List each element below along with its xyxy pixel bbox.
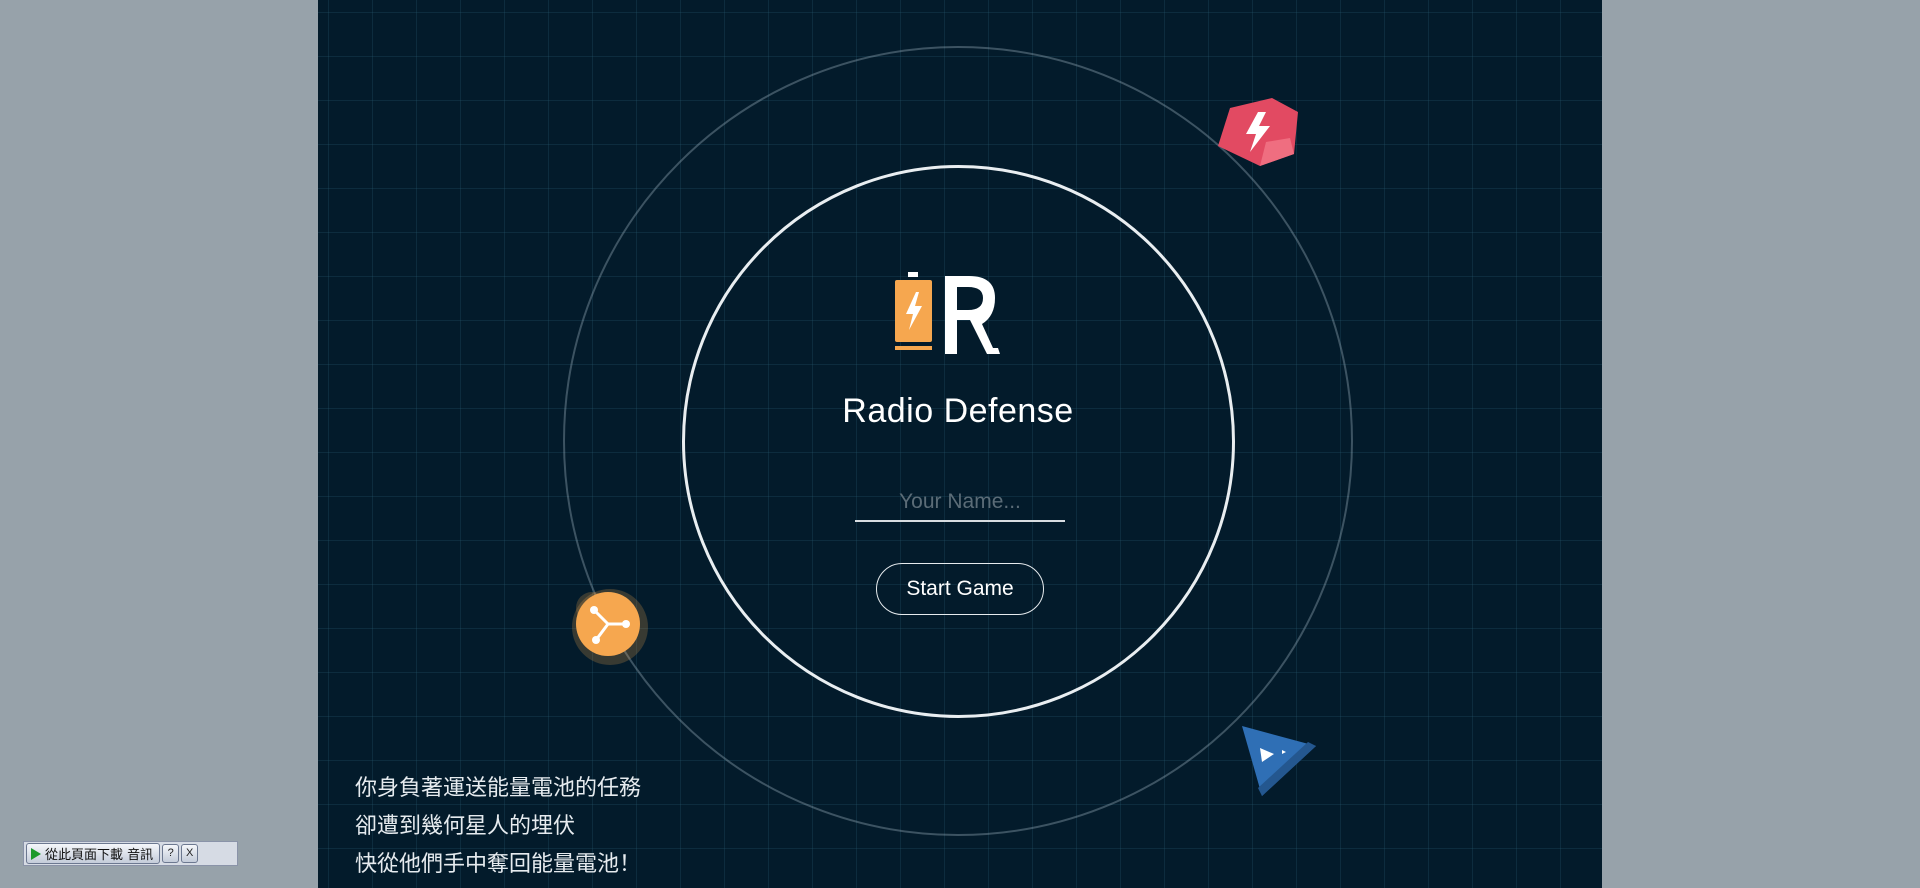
audio-download-bar: 從此頁面下載 音訊 ? X	[23, 841, 238, 866]
letter-r-logo	[945, 276, 1000, 354]
game-title: Radio Defense	[842, 392, 1074, 430]
player-name-input[interactable]	[855, 484, 1065, 522]
blue-triangle-enemy-icon	[1242, 726, 1316, 796]
story-line: 快從他們手中奪回能量電池！	[355, 852, 642, 877]
audio-download-label: 從此頁面下載 音訊	[45, 848, 154, 863]
story-line: 卻遭到幾何星人的埋伏	[355, 814, 576, 839]
close-button[interactable]: X	[181, 844, 199, 863]
inner-orbit-ring	[682, 165, 1235, 718]
story-text: 你身負著運送能量電池的任務 卻遭到幾何星人的埋伏 快從他們手中奪回能量電池！	[355, 770, 641, 884]
orange-node-enemy-icon	[572, 589, 648, 665]
play-icon	[31, 847, 41, 860]
story-line: 你身負著運送能量電池的任務	[355, 776, 642, 801]
start-game-button[interactable]: Start Game	[876, 563, 1044, 615]
game-stage: Radio Defense Start Game 你身負著運送能量電池的任務 卻…	[318, 0, 1602, 888]
battery-icon	[895, 272, 932, 350]
audio-download-button[interactable]: 從此頁面下載 音訊	[26, 843, 161, 864]
game-logo	[895, 272, 1000, 354]
help-button[interactable]: ?	[162, 844, 180, 863]
red-lightning-enemy-icon	[1218, 98, 1298, 166]
